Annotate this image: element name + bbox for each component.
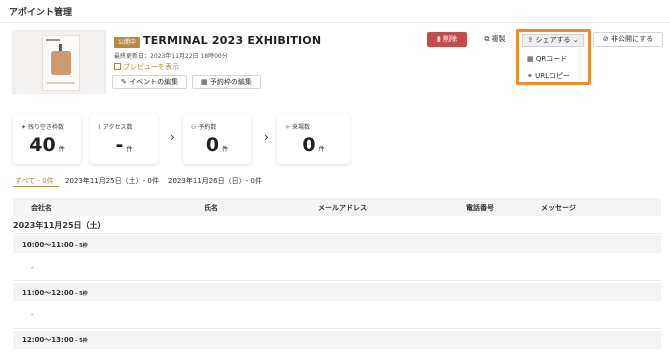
tab-nov-25[interactable]: 2023年11月25日（土）- 0件 bbox=[65, 176, 159, 186]
preview-link[interactable]: プレビューを表示 bbox=[114, 62, 179, 72]
slot-time: 11:00〜12:00 bbox=[22, 289, 74, 297]
link-icon: ⚭ bbox=[527, 72, 533, 80]
delete-button[interactable]: ▮ 削除 bbox=[427, 32, 467, 47]
column-company: 会社名 bbox=[31, 204, 52, 212]
poster-image bbox=[42, 35, 80, 91]
stat-reservations: ⚇ 予約数 0件 bbox=[183, 114, 251, 164]
slot-capacity: - 5枠 bbox=[73, 338, 88, 344]
stat-label: 予約数 bbox=[198, 124, 217, 131]
slot-label: 10:00〜11:00 - 5枠 bbox=[22, 240, 88, 250]
stat-unit: 件 bbox=[58, 146, 65, 153]
chevron-down-icon: ⌄ bbox=[572, 36, 579, 44]
event-thumbnail[interactable] bbox=[12, 30, 106, 94]
pencil-icon: ✎ bbox=[121, 78, 127, 86]
share-label: シェアする bbox=[535, 36, 571, 44]
trash-icon: ▮ bbox=[436, 35, 441, 43]
share-dropdown: ⇪ シェアする ⌄ ▦ QRコード ⚭ URLコピー bbox=[516, 29, 591, 85]
eye-slash-icon: ⊘ bbox=[602, 35, 609, 43]
slot-row bbox=[13, 235, 661, 253]
menu-item-qr-code[interactable]: ▦ QRコード bbox=[527, 54, 567, 64]
edit-slots-label: 予約枠の編集 bbox=[209, 78, 252, 86]
private-label: 非公開にする bbox=[611, 35, 654, 43]
column-phone: 電話番号 bbox=[466, 204, 494, 212]
delete-label: 削除 bbox=[443, 35, 458, 43]
chevron-right-icon: › bbox=[170, 130, 175, 144]
event-title: TERMINAL 2023 EXHIBITION bbox=[143, 34, 322, 47]
page-title: アポイント管理 bbox=[9, 8, 73, 18]
url-copy-label: URLコピー bbox=[535, 72, 570, 80]
empty-cell: - bbox=[31, 311, 34, 319]
column-message: メッセージ bbox=[541, 204, 576, 212]
calendar-icon: ▦ bbox=[201, 78, 208, 86]
copy-button[interactable]: ⧉ 複製 bbox=[475, 32, 515, 47]
stat-visits: ✧ 来場数 0件 bbox=[277, 114, 350, 164]
preview-label: プレビューを表示 bbox=[123, 63, 179, 71]
table-header: 会社名 氏名 メールアドレス 電話番号 メッセージ bbox=[13, 198, 661, 216]
slot-label: 11:00〜12:00 - 5枠 bbox=[22, 288, 88, 298]
duplicate-icon: ⧉ bbox=[484, 35, 490, 43]
copy-label: 複製 bbox=[491, 35, 506, 43]
tab-nov-26[interactable]: 2023年11月26日（日）- 0件 bbox=[168, 176, 262, 186]
stat-unit: 件 bbox=[318, 146, 325, 153]
row-divider bbox=[13, 280, 661, 281]
slot-time: 10:00〜11:00 bbox=[22, 241, 74, 249]
stat-label: アクセス数 bbox=[102, 124, 133, 131]
chart-icon: ⌇ bbox=[98, 124, 101, 131]
pin-icon: ✦ bbox=[21, 124, 27, 131]
share-icon: ⇪ bbox=[527, 36, 534, 44]
slot-label: 12:00〜13:00 - 5枠 bbox=[22, 335, 88, 345]
qr-code-icon: ▦ bbox=[527, 55, 534, 63]
stat-remaining: ✦ 残り空き枠数 40 件 bbox=[13, 114, 81, 164]
slot-time: 12:00〜13:00 bbox=[22, 336, 74, 344]
edit-event-button[interactable]: ✎ イベントの編集 bbox=[112, 75, 188, 89]
empty-cell: - bbox=[31, 264, 34, 272]
status-badge: 公開中 bbox=[114, 37, 141, 48]
column-email: メールアドレス bbox=[318, 204, 367, 212]
stat-unit: 件 bbox=[222, 146, 229, 153]
stat-access: ⌇ アクセス数 -件 bbox=[90, 114, 158, 164]
stat-value: 0 bbox=[205, 134, 220, 156]
stat-value: 0 bbox=[302, 134, 316, 156]
share-button[interactable]: ⇪ シェアする ⌄ bbox=[522, 34, 584, 47]
column-name: 氏名 bbox=[204, 204, 218, 212]
stat-value: - bbox=[115, 134, 124, 156]
date-heading: 2023年11月25日（土） bbox=[13, 221, 106, 230]
stat-unit: 件 bbox=[126, 146, 133, 153]
title-divider bbox=[0, 22, 670, 23]
slot-capacity: - 5枠 bbox=[73, 243, 88, 249]
external-link-icon bbox=[114, 63, 121, 70]
stat-label: 来場数 bbox=[291, 124, 310, 131]
people-icon: ⚇ bbox=[191, 124, 197, 131]
edit-event-label: イベントの編集 bbox=[129, 78, 179, 86]
walk-icon: ✧ bbox=[285, 124, 291, 131]
stat-value: 40 bbox=[29, 134, 56, 156]
slot-capacity: - 5枠 bbox=[73, 291, 88, 297]
qr-code-label: QRコード bbox=[535, 55, 568, 63]
row-divider bbox=[13, 328, 661, 329]
tab-all[interactable]: すべて - 0件 bbox=[15, 176, 54, 186]
tab-active-underline bbox=[13, 186, 59, 187]
slot-row bbox=[13, 283, 661, 301]
make-private-button[interactable]: ⊘ 非公開にする bbox=[593, 32, 663, 47]
row-divider bbox=[13, 233, 661, 234]
slot-row bbox=[13, 331, 661, 349]
chevron-right-icon: › bbox=[264, 130, 269, 144]
menu-item-url-copy[interactable]: ⚭ URLコピー bbox=[527, 71, 570, 81]
edit-slots-button[interactable]: ▦ 予約枠の編集 bbox=[192, 75, 261, 89]
stat-label: 残り空き枠数 bbox=[27, 124, 64, 131]
updated-at: 最終更新日：2023年11月22日 18時00分 bbox=[114, 53, 228, 60]
